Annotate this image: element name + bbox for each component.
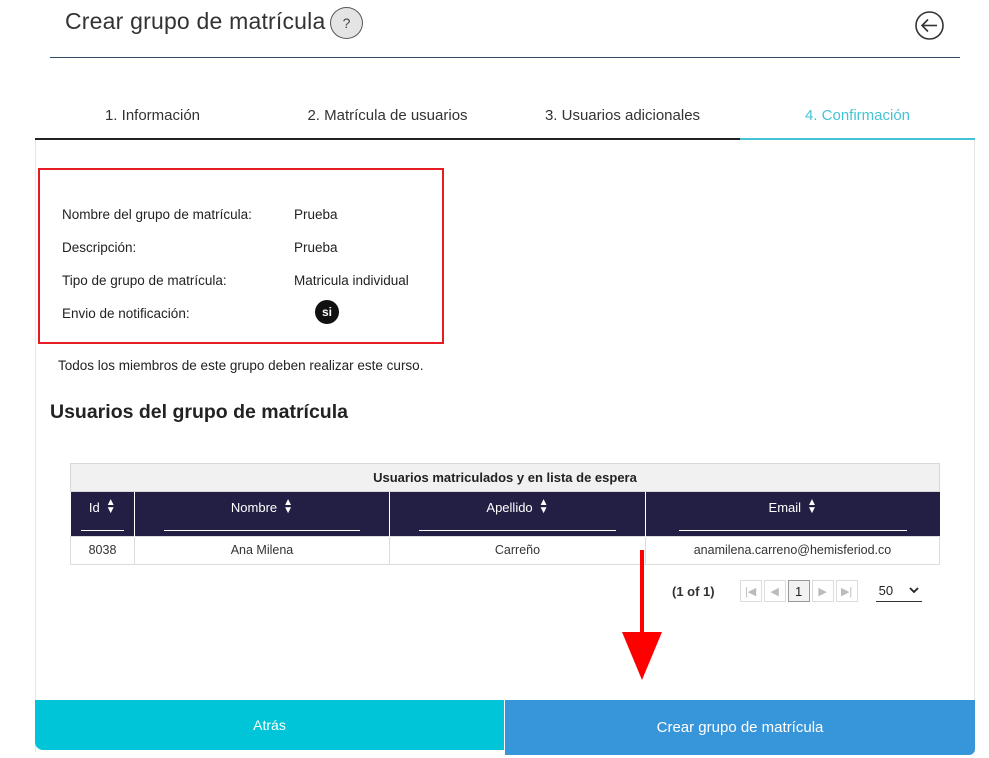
table-row[interactable]: 8038 Ana Milena Carreño anamilena.carren… [70,535,940,565]
cell-email: anamilena.carreno@hemisferiod.co [645,535,940,565]
summary-name-label: Nombre del grupo de matrícula: [62,207,252,222]
filter-input-email[interactable] [679,529,907,531]
title-divider [50,57,960,58]
users-table: Usuarios matriculados y en lista de espe… [70,463,940,565]
cell-id: 8038 [70,535,135,565]
column-id-label: Id [88,499,100,515]
pagination: (1 of 1) |◀ ◀ 1 ▶ ▶| 50 [672,580,922,602]
step-informacion[interactable]: 1. Información [35,100,270,140]
chevron-down-icon [908,587,919,594]
sort-icon[interactable]: ▲ ▼ [283,498,293,516]
step-usuarios-adicionales[interactable]: 3. Usuarios adicionales [505,100,740,140]
cell-nombre: Ana Milena [134,535,390,565]
column-header-id[interactable]: Id ▲ ▼ [70,492,135,536]
wizard-steps: 1. Información 2. Matrícula de usuarios … [35,100,975,140]
column-header-nombre[interactable]: Nombre ▲ ▼ [134,492,390,536]
rows-per-page-value: 50 [878,583,894,598]
page-count: (1 of 1) [672,583,715,599]
column-nombre-label: Nombre [230,499,278,515]
next-page-icon[interactable]: ▶ [811,580,834,602]
first-page-icon[interactable]: |◀ [739,580,762,602]
filter-input-nombre[interactable] [164,529,360,531]
column-apellido-label: Apellido [486,499,533,515]
help-button[interactable]: ? [330,7,363,39]
create-group-button[interactable]: Crear grupo de matrícula [505,700,975,755]
users-section-title: Usuarios del grupo de matrícula [50,401,348,423]
rows-per-page-select[interactable]: 50 [875,580,922,602]
cell-apellido: Carreño [389,535,646,565]
step-confirmacion[interactable]: 4. Confirmación [740,100,975,140]
column-header-email[interactable]: Email ▲ ▼ [645,492,940,536]
filter-input-id[interactable] [80,529,124,531]
column-header-apellido[interactable]: Apellido ▲ ▼ [389,492,646,536]
notification-status-badge: si [315,300,339,324]
step-matricula-usuarios[interactable]: 2. Matrícula de usuarios [270,100,505,140]
sort-icon[interactable]: ▲ ▼ [539,498,549,516]
page-title: Crear grupo de matrícula [65,8,326,34]
sort-icon[interactable]: ▲ ▼ [807,498,817,516]
back-button[interactable]: Atrás [35,700,504,750]
back-arrow-icon[interactable] [914,10,945,41]
sort-icon[interactable]: ▲ ▼ [106,498,116,516]
summary-box: Nombre del grupo de matrícula: Prueba De… [38,168,444,344]
prev-page-icon[interactable]: ◀ [763,580,786,602]
table-caption: Usuarios matriculados y en lista de espe… [70,463,940,492]
filter-input-apellido[interactable] [419,529,616,531]
last-page-icon[interactable]: ▶| [835,580,858,602]
summary-type-value: Matricula individual [294,273,409,288]
summary-description-value: Prueba [294,240,338,255]
page-number-button[interactable]: 1 [787,580,810,602]
summary-name-value: Prueba [294,207,338,222]
column-email-label: Email [768,499,802,515]
course-note: Todos los miembros de este grupo deben r… [58,358,424,373]
red-arrow-annotation [622,550,662,680]
summary-description-label: Descripción: [62,240,137,255]
summary-type-label: Tipo de grupo de matrícula: [62,273,227,288]
summary-notification-label: Envio de notificación: [62,306,190,321]
